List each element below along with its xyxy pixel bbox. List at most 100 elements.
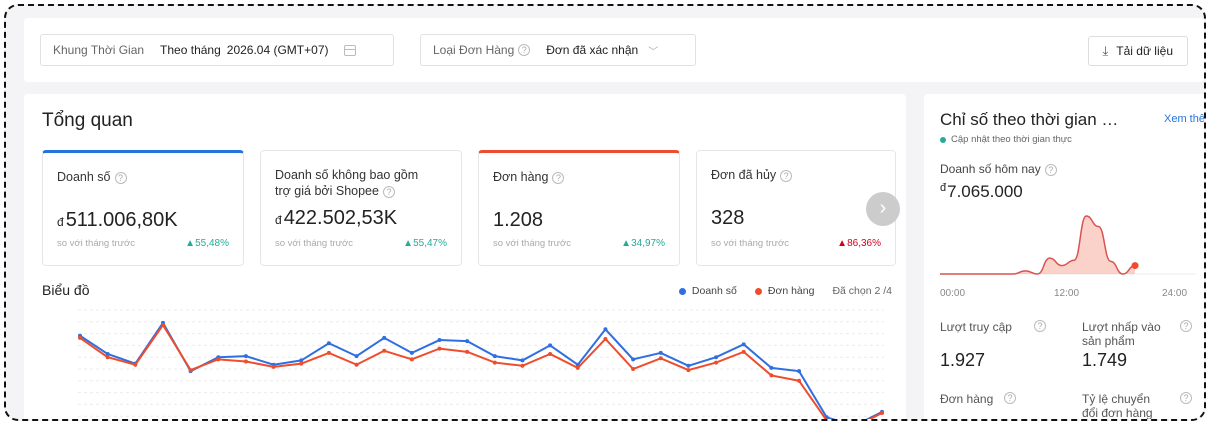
data-point bbox=[243, 354, 248, 359]
data-point bbox=[741, 342, 746, 347]
product-clicks-label: Lượt nhấp vào sản phẩm bbox=[1082, 320, 1161, 348]
data-point bbox=[658, 356, 663, 361]
help-icon: ? bbox=[780, 169, 793, 182]
product-clicks-value: 1.749 bbox=[1082, 350, 1128, 370]
download-icon: ⤓ bbox=[1102, 43, 1109, 58]
visits-label: Lượt truy cập bbox=[940, 320, 1012, 334]
tick-label: 24:00 bbox=[1162, 288, 1188, 299]
help-icon: ? bbox=[1044, 163, 1057, 176]
conversion-label: Tỷ lệ chuyển đổi đơn hàng bbox=[1082, 392, 1153, 420]
order-type-label: Loại Đơn Hàng bbox=[433, 43, 515, 57]
kpi-compare-label: so với tháng trước bbox=[275, 238, 353, 249]
chevron-down-icon: ﹀ bbox=[648, 46, 659, 58]
data-point bbox=[797, 378, 802, 383]
data-point bbox=[354, 362, 359, 367]
trend-line-chart bbox=[78, 309, 884, 419]
help-icon: ? bbox=[1034, 320, 1046, 332]
help-icon: ? bbox=[114, 171, 127, 184]
kpi-title: Đơn hàng? bbox=[493, 169, 643, 185]
kpi-delta: ▲55,47% bbox=[403, 238, 447, 249]
series-line-sales bbox=[79, 320, 883, 419]
data-point bbox=[326, 341, 331, 346]
data-point bbox=[465, 339, 470, 344]
data-point bbox=[658, 350, 663, 355]
overview-title: Tổng quan bbox=[42, 110, 133, 131]
data-point bbox=[382, 335, 387, 340]
data-point bbox=[603, 336, 608, 341]
data-point bbox=[105, 355, 110, 360]
tick-label: 12:00 bbox=[1054, 288, 1080, 299]
kpi-title: Doanh số không bao gồm trợ giá bởi Shope… bbox=[275, 168, 419, 198]
sales-today-value: đ7.065.000 bbox=[940, 182, 1023, 201]
kpi-compare-label: so với tháng trước bbox=[493, 238, 571, 249]
chevron-right-icon: › bbox=[879, 197, 887, 219]
data-point bbox=[409, 350, 414, 355]
data-point bbox=[769, 373, 774, 378]
next-cards-button[interactable]: › bbox=[866, 192, 900, 226]
overview-panel: Tổng quan Doanh số? đ 511.006,80K so với … bbox=[24, 94, 906, 419]
data-point bbox=[437, 346, 442, 351]
data-point bbox=[741, 349, 746, 354]
data-point bbox=[437, 338, 442, 343]
period-value: 2026.04 (GMT+07) bbox=[226, 43, 329, 57]
kpi-value: đ 511.006,80K bbox=[57, 209, 178, 231]
data-point bbox=[880, 410, 884, 415]
data-point bbox=[769, 365, 774, 370]
data-point bbox=[78, 335, 82, 340]
data-point bbox=[548, 343, 553, 348]
period-mode: Theo tháng bbox=[160, 43, 221, 57]
realtime-title: Chỉ số theo thời gian … bbox=[940, 110, 1119, 129]
live-status: Cập nhật theo thời gian thực bbox=[940, 134, 1072, 145]
data-point bbox=[548, 351, 553, 356]
data-point bbox=[686, 363, 691, 368]
kpi-card-sales[interactable]: Doanh số? đ 511.006,80K so với tháng trướ… bbox=[42, 150, 244, 266]
data-point bbox=[382, 348, 387, 353]
visits-value: 1.927 bbox=[940, 350, 986, 370]
data-point bbox=[797, 369, 802, 374]
help-icon: ? bbox=[552, 171, 565, 184]
data-point bbox=[409, 357, 414, 362]
data-point bbox=[326, 350, 331, 355]
period-picker[interactable]: Khung Thời Gian Theo tháng 2026.04 (GMT+… bbox=[40, 34, 394, 66]
data-point bbox=[271, 364, 276, 369]
data-point bbox=[686, 368, 691, 373]
data-point bbox=[188, 368, 193, 373]
live-dot-icon bbox=[940, 136, 946, 143]
data-point bbox=[160, 323, 165, 328]
download-button[interactable]: ⤓ Tải dữ liệu bbox=[1087, 36, 1188, 66]
kpi-delta: ▲55,48% bbox=[185, 238, 229, 249]
see-more-link[interactable]: Xem thêm bbox=[1164, 113, 1204, 125]
kpi-card-orders[interactable]: Đơn hàng? 1.208 so với tháng trước ▲34,9… bbox=[478, 150, 680, 266]
realtime-area-chart bbox=[940, 215, 1196, 275]
period-label: Khung Thời Gian bbox=[53, 43, 145, 57]
kpi-delta: ▲34,97% bbox=[621, 238, 665, 249]
data-point bbox=[354, 354, 359, 359]
kpi-compare-label: so với tháng trước bbox=[711, 238, 789, 249]
download-label: Tải dữ liệu bbox=[1116, 44, 1173, 58]
data-point bbox=[575, 365, 580, 370]
filter-bar: Khung Thời Gian Theo tháng 2026.04 (GMT+… bbox=[24, 18, 1204, 82]
data-point bbox=[520, 358, 525, 363]
kpi-value: 1.208 bbox=[493, 209, 544, 231]
kpi-card-sales-excl-subsidy[interactable]: Doanh số không bao gồm trợ giá bởi Shope… bbox=[260, 150, 462, 266]
kpi-value: đ 422.502,53K bbox=[275, 207, 398, 229]
order-type-value: Đơn đã xác nhận bbox=[546, 43, 639, 57]
data-point bbox=[603, 327, 608, 332]
calendar-icon bbox=[344, 44, 357, 56]
orders-label: Đơn hàng bbox=[940, 392, 994, 406]
data-point bbox=[492, 354, 497, 359]
kpi-title: Doanh số? bbox=[57, 169, 207, 185]
data-point bbox=[714, 355, 719, 360]
order-type-select[interactable]: Loại Đơn Hàng ? Đơn đã xác nhận ﹀ bbox=[420, 34, 696, 66]
help-icon: ? bbox=[382, 185, 395, 198]
help-icon: ? bbox=[518, 44, 531, 56]
data-point bbox=[133, 362, 138, 367]
data-point bbox=[299, 361, 304, 366]
data-point bbox=[216, 357, 221, 362]
kpi-value: 328 bbox=[711, 207, 745, 229]
realtime-panel: Chỉ số theo thời gian … Xem thêm Cập nhậ… bbox=[924, 94, 1204, 420]
data-point bbox=[631, 367, 636, 371]
data-point bbox=[243, 359, 248, 364]
dashboard-frame: Khung Thời Gian Theo tháng 2026.04 (GMT+… bbox=[4, 4, 1206, 421]
current-point bbox=[1131, 262, 1139, 270]
